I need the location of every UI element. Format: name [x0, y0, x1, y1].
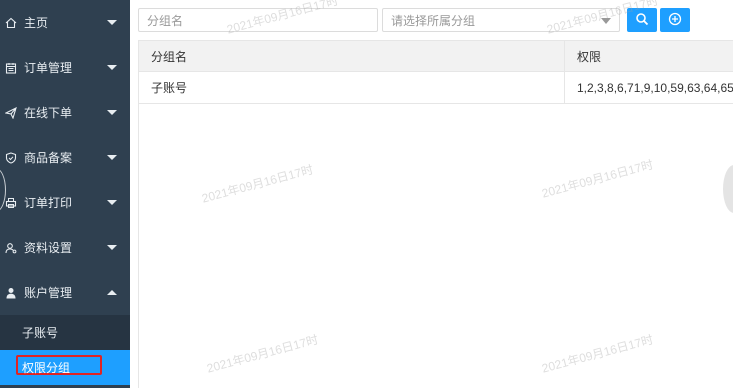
- search-button[interactable]: [627, 8, 657, 32]
- table-cell-permissions: 1,2,3,8,6,71,9,10,59,63,64,65,6: [577, 80, 733, 95]
- app-window: 主页 订单管理 在线下单 商品备案 订单打印 资料设置 账户管理 子账号 权限分…: [0, 0, 733, 388]
- sidebar-item-profile-settings[interactable]: 资料设置: [0, 225, 130, 270]
- printer-icon: [4, 196, 18, 210]
- plus-circle-icon: [668, 12, 682, 29]
- chevron-down-icon: [601, 18, 611, 24]
- account-submenu: 子账号 权限分组: [0, 315, 130, 385]
- parent-group-select[interactable]: 请选择所属分组: [382, 8, 620, 32]
- shield-icon: [4, 151, 18, 165]
- search-placeholder: 分组名: [147, 13, 184, 28]
- table-row[interactable]: 子账号 1,2,3,8,6,71,9,10,59,63,64,65,6: [138, 72, 733, 104]
- table-cell-group-name: 子账号: [138, 72, 565, 103]
- group-name-search-input[interactable]: 分组名: [138, 8, 378, 32]
- table-body: [138, 104, 733, 388]
- permission-group-table: 分组名 权限 子账号 1,2,3,8,6,71,9,10,59,63,64,65…: [138, 40, 733, 104]
- column-header-group-name[interactable]: 分组名: [138, 41, 565, 71]
- sidebar-item-product-filing[interactable]: 商品备案: [0, 135, 130, 180]
- chevron-down-icon: [107, 154, 117, 160]
- toolbar: 分组名 请选择所属分组: [130, 0, 733, 40]
- chevron-down-icon: [107, 244, 117, 250]
- submenu-item-label: 权限分组: [22, 361, 71, 375]
- submenu-item-label: 子账号: [22, 326, 59, 340]
- add-button[interactable]: [660, 8, 690, 32]
- sidebar-item-order-print[interactable]: 订单打印: [0, 180, 130, 225]
- chevron-up-icon: [107, 289, 117, 295]
- user-settings-icon: [4, 241, 18, 255]
- home-icon: [4, 16, 18, 30]
- sidebar-item-online-order[interactable]: 在线下单: [0, 90, 130, 135]
- chevron-down-icon: [107, 64, 117, 70]
- sidebar-item-account-management[interactable]: 账户管理: [0, 270, 130, 315]
- submenu-item-permission-group[interactable]: 权限分组: [0, 350, 130, 385]
- chevron-down-icon: [107, 199, 117, 205]
- calendar-icon: [4, 61, 18, 75]
- submenu-item-sub-account[interactable]: 子账号: [0, 315, 130, 350]
- main-content: 分组名 请选择所属分组 分组名 权限 子账号 1,2,3,8,6,71,9,10…: [130, 0, 733, 388]
- search-icon: [635, 12, 649, 29]
- sidebar-item-orders[interactable]: 订单管理: [0, 45, 130, 90]
- chevron-down-icon: [107, 19, 117, 25]
- sidebar-item-home[interactable]: 主页: [0, 0, 130, 45]
- sidebar: 主页 订单管理 在线下单 商品备案 订单打印 资料设置 账户管理 子账号 权限分…: [0, 0, 130, 388]
- chevron-down-icon: [107, 109, 117, 115]
- column-header-permissions[interactable]: 权限: [565, 41, 733, 71]
- select-placeholder: 请选择所属分组: [391, 13, 476, 28]
- send-icon: [4, 106, 18, 120]
- user-icon: [4, 286, 18, 300]
- table-header: 分组名 权限: [138, 40, 733, 72]
